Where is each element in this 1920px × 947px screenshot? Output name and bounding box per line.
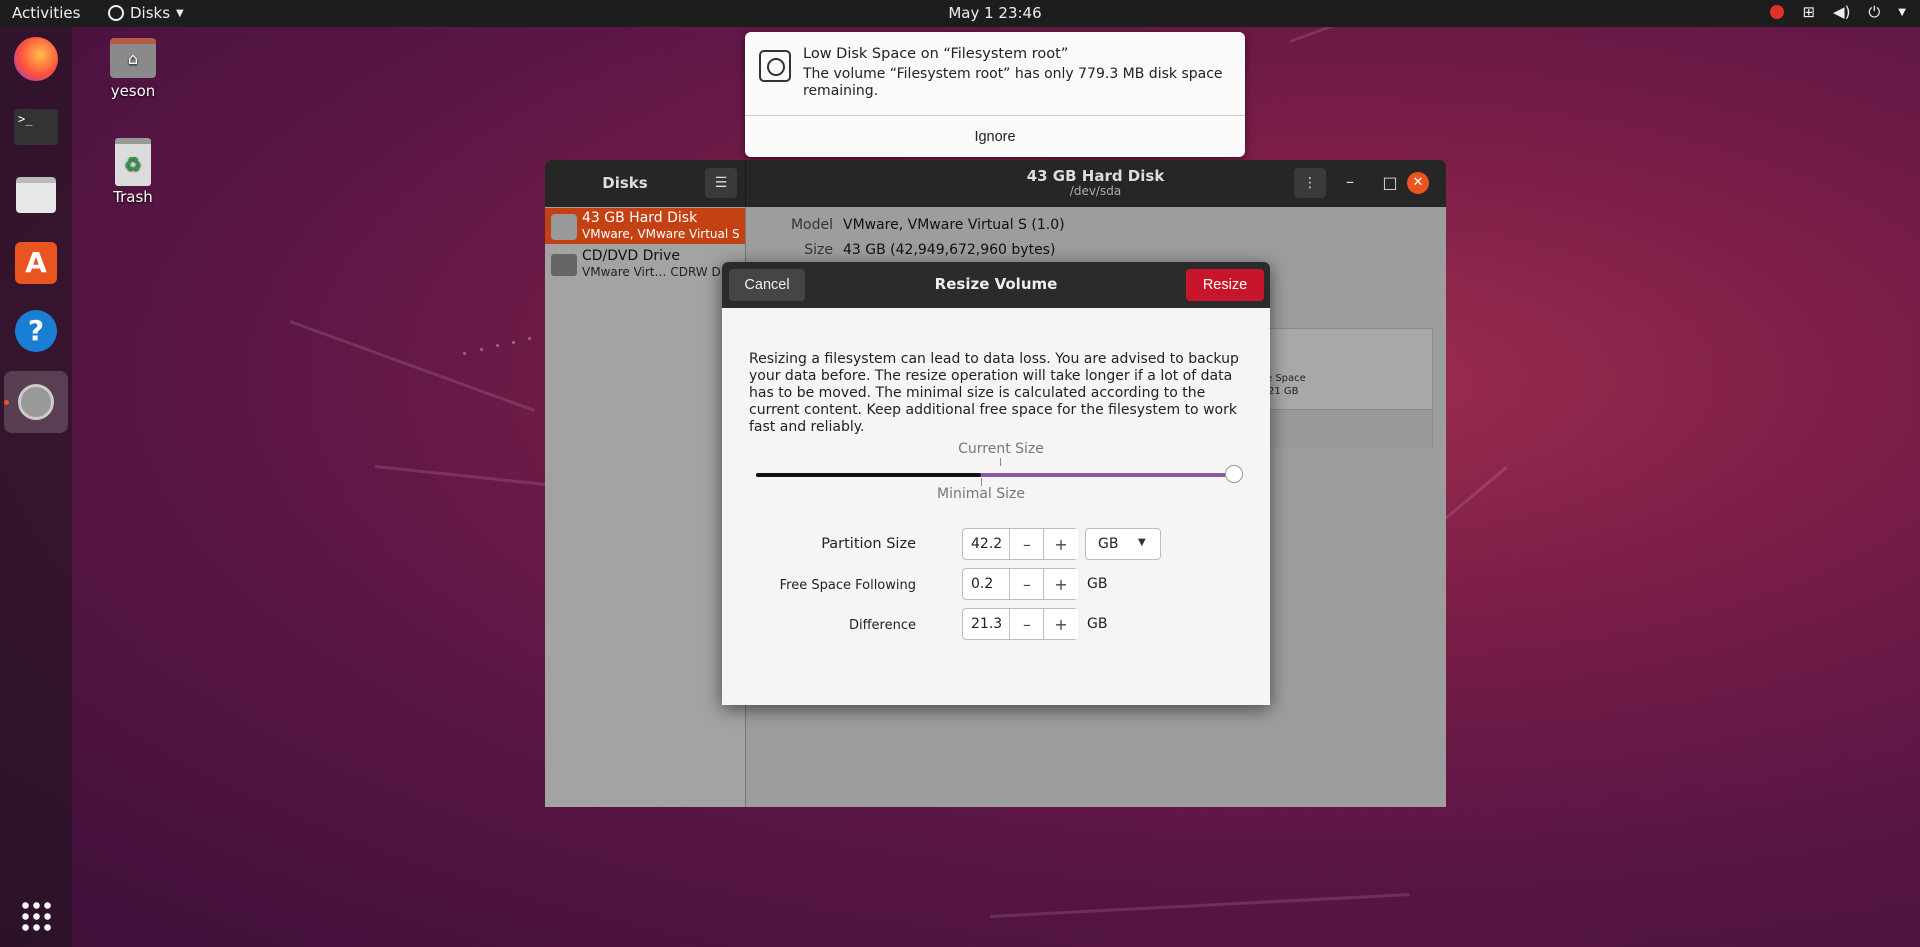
minimal-size-label: Minimal Size — [936, 486, 1026, 502]
partition-size-input[interactable]: 42.2 — [971, 536, 1002, 552]
difference-label: Difference — [848, 618, 916, 633]
difference-input[interactable]: 21.3 — [971, 616, 1002, 632]
disk-icon — [759, 50, 791, 82]
resize-volume-dialog: Cancel Resize Volume Resize Resizing a f… — [722, 262, 1270, 705]
warning-text: Resizing a filesystem can lead to data l… — [749, 351, 1239, 435]
current-size-label: Current Size — [958, 441, 1044, 457]
free-space-unit: GB — [1087, 576, 1108, 592]
notification-title: Low Disk Space on “Filesystem root” — [803, 46, 1069, 62]
notification-body: The volume “Filesystem root” has only 77… — [803, 66, 1223, 99]
drive-desc: VMware Virt… CDRW Drive — [582, 265, 742, 279]
minimize-button[interactable]: – — [1337, 170, 1363, 196]
home-folder-label: yeson — [110, 82, 156, 100]
network-icon: ⊞ — [1802, 3, 1816, 21]
decrement-button[interactable]: – — [1009, 609, 1044, 639]
volume-map[interactable]: e Space 21 GB — [1265, 328, 1433, 448]
unit-select[interactable]: GB ▼ — [1085, 528, 1161, 560]
system-tray[interactable]: ⊞ ◀) ⏻ ▼ — [1770, 3, 1906, 21]
size-label: Size — [804, 242, 833, 258]
drive-options-button[interactable]: ⋮ — [1294, 168, 1326, 198]
close-button[interactable]: ✕ — [1407, 172, 1429, 194]
minimal-size-marker — [980, 478, 982, 486]
partition-size-spinner: 42.2 – + — [962, 528, 1078, 560]
sidebar-header: Disks ☰ — [545, 160, 746, 207]
free-space-spinner: 0.2 – + — [962, 568, 1078, 600]
plus-icon: + — [1054, 574, 1068, 594]
sidebar-title: Disks — [602, 174, 648, 192]
chevron-down-icon: ▼ — [1898, 6, 1906, 18]
help-icon[interactable]: ? — [12, 307, 60, 355]
home-folder-shortcut[interactable]: ⌂ yeson — [88, 38, 178, 100]
plus-icon: + — [1054, 534, 1068, 554]
plus-icon: + — [1054, 614, 1068, 634]
slider-value-fill — [980, 473, 1234, 477]
increment-button[interactable]: + — [1043, 609, 1078, 639]
slider-handle[interactable] — [1225, 465, 1243, 483]
do-not-disturb-icon — [1770, 5, 1785, 19]
volume-free-space-label: e Space — [1266, 373, 1306, 384]
dialog-header: Cancel Resize Volume Resize — [722, 262, 1270, 308]
increment-button[interactable]: + — [1043, 529, 1078, 559]
show-applications-icon[interactable] — [12, 892, 60, 940]
free-space-input[interactable]: 0.2 — [971, 576, 993, 592]
low-disk-notification: Low Disk Space on “Filesystem root” The … — [745, 32, 1245, 157]
partition-size-slider[interactable] — [756, 464, 1243, 486]
terminal-icon[interactable]: >_ — [12, 103, 60, 151]
clock[interactable]: May 1 23:46 — [0, 4, 1920, 22]
maximize-icon: □ — [1382, 173, 1398, 192]
wallpaper-line — [374, 465, 555, 487]
minus-icon: – — [1023, 614, 1031, 634]
software-store-icon[interactable]: A — [12, 239, 60, 287]
resize-button[interactable]: Resize — [1186, 269, 1264, 301]
volume-toolbar — [1266, 409, 1432, 448]
unit-select-value: GB — [1098, 536, 1119, 552]
model-label: Model — [790, 217, 833, 233]
kebab-menu-icon: ⋮ — [1303, 175, 1317, 191]
drive-item-hard-disk[interactable]: 43 GB Hard Disk VMware, VMware Virtual S — [545, 208, 745, 244]
window-header: Disks ☰ 43 GB Hard Disk /dev/sda ⋮ – □ ✕ — [545, 160, 1446, 207]
difference-unit: GB — [1087, 616, 1108, 632]
size-value: 43 GB (42,949,672,960 bytes) — [843, 242, 1056, 258]
home-folder-icon: ⌂ — [110, 38, 156, 78]
trash-shortcut[interactable]: ♻ Trash — [88, 138, 178, 206]
hamburger-menu-button[interactable]: ☰ — [705, 168, 737, 198]
hard-disk-icon — [551, 214, 577, 240]
slider-minimal-fill — [756, 473, 981, 477]
dock: >_ A ? — [0, 27, 72, 947]
minus-icon: – — [1023, 534, 1031, 554]
close-icon: ✕ — [1412, 175, 1424, 190]
decrement-button[interactable]: – — [1009, 529, 1044, 559]
drive-sidebar: 43 GB Hard Disk VMware, VMware Virtual S… — [545, 207, 746, 807]
maximize-button[interactable]: □ — [1377, 170, 1403, 196]
power-icon: ⏻ — [1868, 3, 1881, 21]
volume-icon: ◀) — [1833, 3, 1851, 21]
partition-size-label: Partition Size — [821, 536, 916, 552]
model-value: VMware, VMware Virtual S (1.0) — [843, 217, 1065, 233]
running-indicator — [4, 400, 9, 405]
volume-free-space-size: 21 GB — [1268, 386, 1299, 397]
trash-label: Trash — [113, 188, 153, 206]
drive-name: 43 GB Hard Disk — [582, 210, 698, 226]
files-icon[interactable] — [12, 171, 60, 219]
minus-icon: – — [1023, 574, 1031, 594]
menu-icon: ☰ — [714, 175, 728, 191]
chevron-down-icon: ▼ — [1138, 537, 1146, 548]
increment-button[interactable]: + — [1043, 569, 1078, 599]
minimize-icon: – — [1346, 172, 1354, 191]
drive-desc: VMware, VMware Virtual S — [582, 227, 740, 241]
difference-spinner: 21.3 – + — [962, 608, 1078, 640]
ignore-button[interactable]: Ignore — [745, 116, 1245, 157]
wallpaper-line — [989, 893, 1410, 918]
drive-item-cd-dvd[interactable]: CD/DVD Drive VMware Virt… CDRW Drive — [545, 246, 745, 282]
trash-icon: ♻ — [115, 138, 151, 186]
firefox-icon[interactable] — [12, 35, 60, 83]
optical-drive-icon — [551, 254, 577, 276]
decrement-button[interactable]: – — [1009, 569, 1044, 599]
disks-icon[interactable] — [4, 371, 68, 433]
free-space-following-label: Free Space Following — [779, 578, 916, 593]
drive-name: CD/DVD Drive — [582, 248, 680, 264]
top-bar: Activities Disks ▼ May 1 23:46 ⊞ ◀) ⏻ ▼ — [0, 0, 1920, 27]
wallpaper-line — [289, 320, 535, 412]
